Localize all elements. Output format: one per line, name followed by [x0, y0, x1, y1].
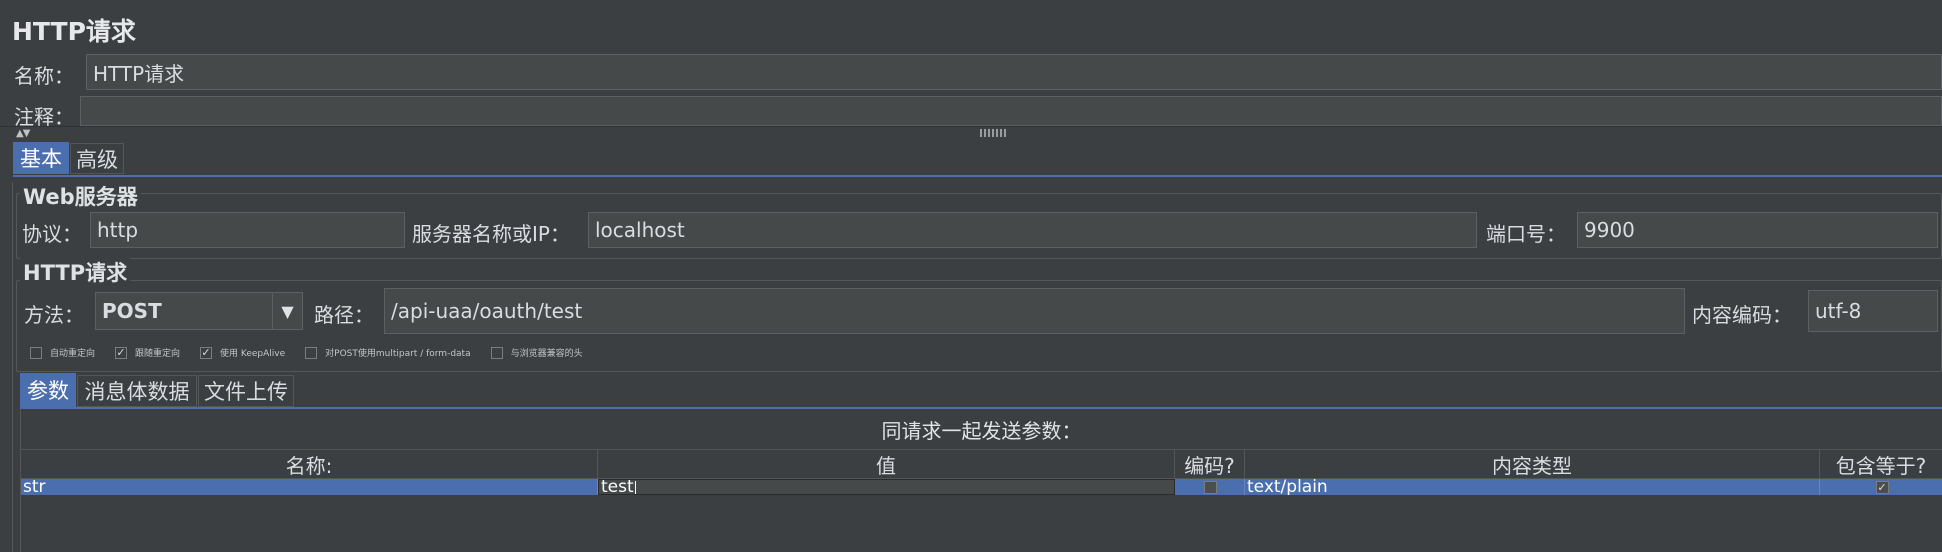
row-value-text: test: [601, 479, 634, 495]
option-label: 对POST使用multipart / form-data: [325, 349, 471, 359]
column-content-type[interactable]: 内容类型: [1245, 450, 1820, 478]
checkbox-browser-headers[interactable]: [490, 346, 503, 359]
checkbox-include-equals[interactable]: ✓: [1875, 480, 1889, 494]
option-follow-redirect[interactable]: ✓ 跟随重定向: [115, 346, 180, 359]
text-cursor: [634, 480, 636, 494]
option-browser-headers[interactable]: 与浏览器兼容的头: [490, 346, 583, 359]
column-encode[interactable]: 编码?: [1175, 450, 1245, 478]
tab-advanced[interactable]: 高级: [70, 143, 124, 174]
http-request-title: HTTP请求: [20, 257, 131, 287]
row-name-cell[interactable]: str: [21, 479, 598, 495]
tab-basic-label: 基本: [20, 147, 62, 171]
encoding-label: 内容编码：: [1692, 303, 1792, 327]
tab-parameters-label: 参数: [27, 379, 69, 403]
tab-advanced-label: 高级: [76, 147, 118, 172]
row-include-equals-cell[interactable]: ✓: [1820, 479, 1942, 495]
protocol-field[interactable]: http: [90, 212, 405, 248]
option-label: 自动重定向: [50, 349, 96, 359]
option-multipart[interactable]: 对POST使用multipart / form-data: [305, 346, 471, 359]
server-label: 服务器名称或IP：: [412, 222, 570, 246]
checkbox-encode[interactable]: [1204, 480, 1217, 494]
path-field-value: /api-uaa/oauth/test: [391, 299, 583, 323]
tab-basic[interactable]: 基本: [13, 142, 69, 174]
collapse-arrows-icon[interactable]: ▲▼: [16, 128, 30, 139]
encoding-field[interactable]: utf-8: [1808, 290, 1938, 332]
options-row: 自动重定向 ✓ 跟随重定向 ✓ 使用 KeepAlive 对POST使用mult…: [30, 346, 603, 359]
checkbox-keepalive[interactable]: ✓: [200, 346, 213, 359]
table-row[interactable]: str test text/plain ✓: [21, 479, 1942, 495]
port-field[interactable]: 9900: [1577, 212, 1938, 248]
option-label: 与浏览器兼容的头: [510, 349, 583, 359]
option-auto-redirect[interactable]: 自动重定向: [30, 346, 95, 359]
name-field[interactable]: HTTP请求: [86, 54, 1942, 90]
checkbox-auto-redirect[interactable]: [30, 346, 42, 359]
option-label: 使用 KeepAlive: [220, 349, 286, 359]
column-name[interactable]: 名称:: [21, 450, 598, 478]
protocol-label: 协议：: [22, 222, 82, 246]
encoding-field-value: utf-8: [1815, 299, 1862, 323]
tab-parameters[interactable]: 参数: [20, 373, 76, 407]
column-value[interactable]: 值: [598, 450, 1175, 478]
option-label: 跟随重定向: [135, 349, 181, 359]
tab-body-data-label: 消息体数据: [84, 380, 190, 404]
name-label: 名称：: [14, 64, 74, 88]
splitter[interactable]: [0, 126, 1942, 140]
port-label: 端口号：: [1486, 222, 1566, 246]
row-content-type-cell[interactable]: text/plain: [1245, 479, 1820, 495]
chevron-down-icon[interactable]: ▼: [272, 293, 302, 329]
panel-title: HTTP请求: [12, 17, 136, 46]
path-label: 路径：: [314, 303, 374, 327]
params-caption: 同请求一起发送参数：: [881, 418, 1082, 443]
server-field-value: localhost: [595, 218, 685, 242]
method-select[interactable]: POST ▼: [95, 292, 303, 330]
row-value-editor[interactable]: test: [598, 479, 1175, 495]
server-field[interactable]: localhost: [588, 212, 1477, 248]
tab-file-upload[interactable]: 文件上传: [198, 375, 294, 407]
port-field-value: 9900: [1584, 218, 1635, 242]
row-encode-cell[interactable]: [1175, 479, 1245, 495]
protocol-field-value: http: [97, 218, 139, 242]
path-field[interactable]: /api-uaa/oauth/test: [384, 288, 1685, 334]
name-field-value: HTTP请求: [93, 61, 185, 86]
params-panel: 同请求一起发送参数： 名称: 值 编码? 内容类型 包含等于? str test…: [20, 409, 1942, 552]
column-include-equals[interactable]: 包含等于?: [1820, 450, 1942, 478]
tab-underline: [13, 175, 1942, 177]
checkbox-follow-redirect[interactable]: ✓: [115, 346, 128, 359]
checkbox-multipart[interactable]: [305, 346, 318, 359]
comment-field[interactable]: [80, 96, 1942, 126]
method-select-value: POST: [102, 299, 162, 323]
tab-file-upload-label: 文件上传: [204, 380, 288, 404]
tab-body-data[interactable]: 消息体数据: [77, 375, 197, 407]
web-server-title: Web服务器: [20, 181, 141, 211]
splitter-grip-icon[interactable]: [980, 129, 1006, 137]
params-table-header: 名称: 值 编码? 内容类型 包含等于?: [21, 449, 1942, 479]
method-label: 方法：: [24, 303, 84, 327]
option-keepalive[interactable]: ✓ 使用 KeepAlive: [200, 346, 285, 359]
